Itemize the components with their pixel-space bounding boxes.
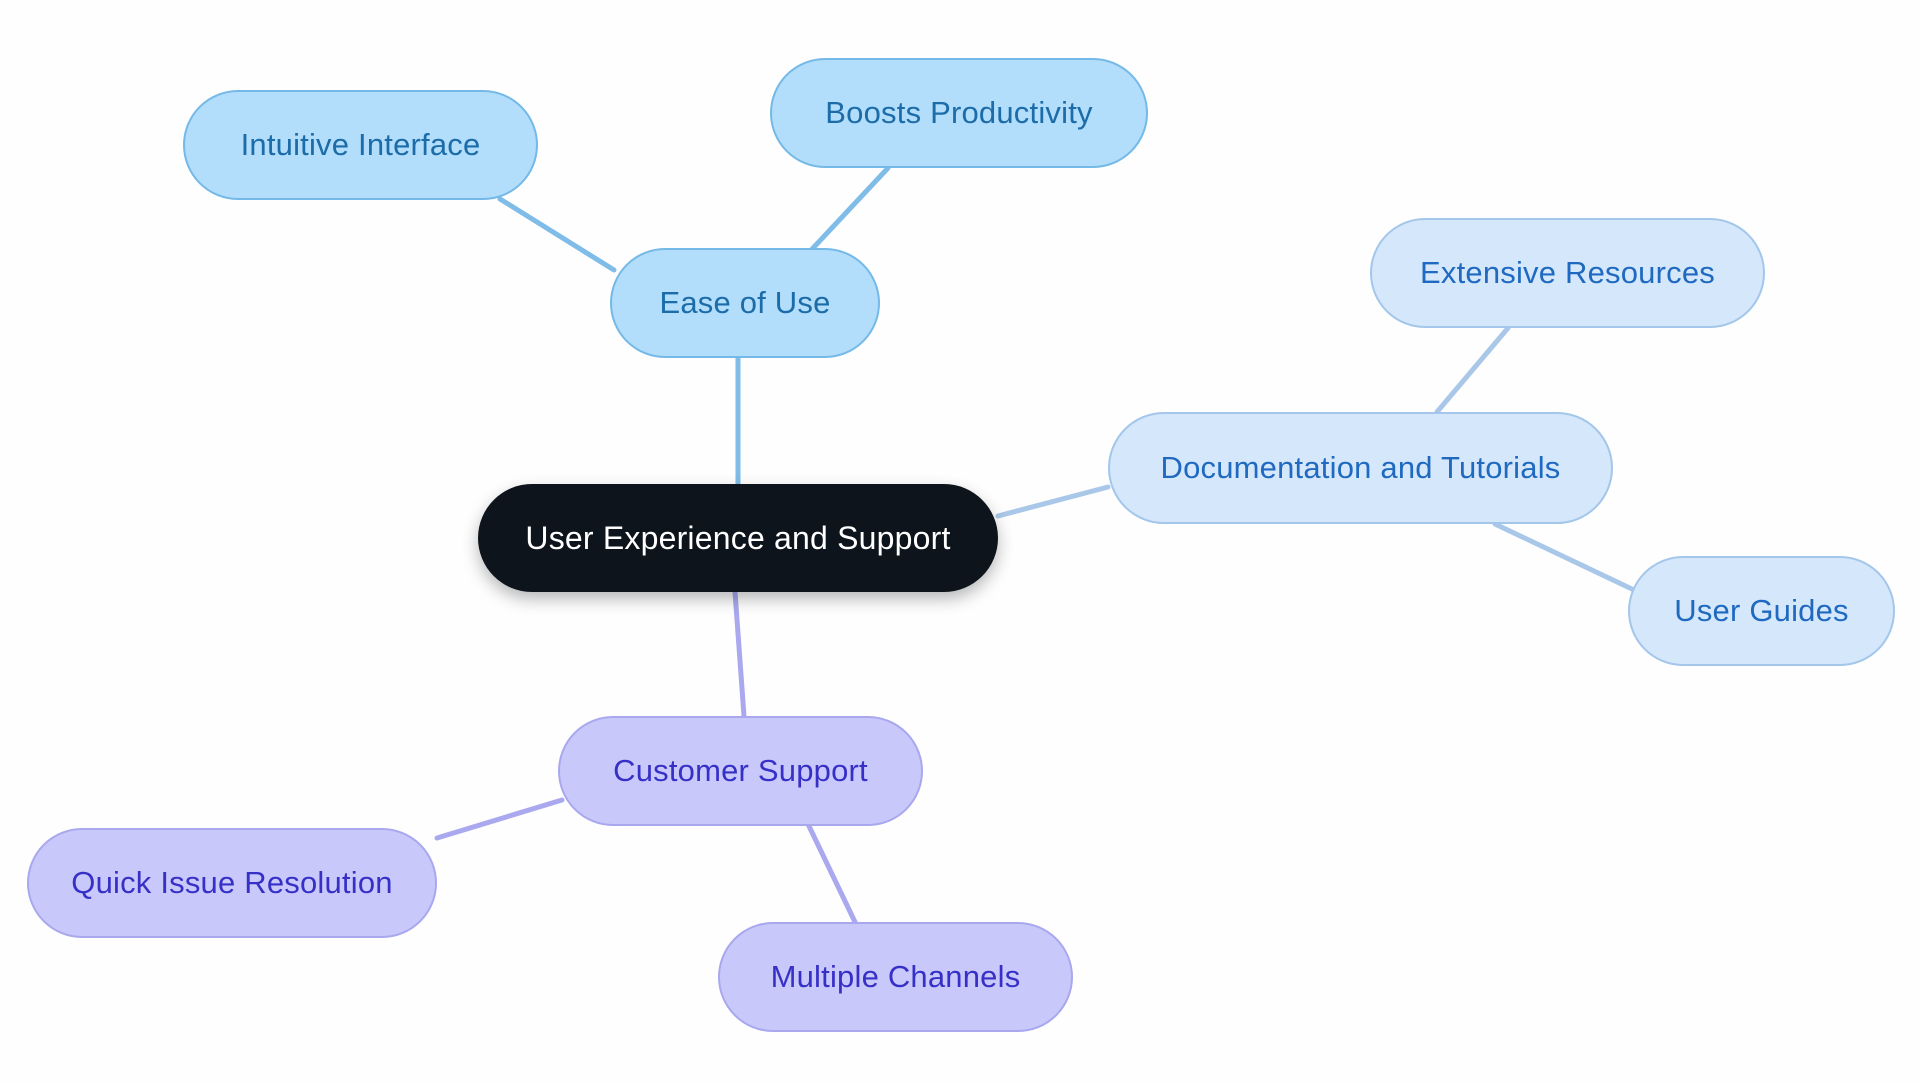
edge-documentation-to-extensive-resources bbox=[1434, 325, 1511, 415]
mindmap-node-quick-issue-resolution[interactable]: Quick Issue Resolution bbox=[27, 828, 437, 938]
mindmap-node-boosts-productivity[interactable]: Boosts Productivity bbox=[770, 58, 1148, 168]
node-label: Multiple Channels bbox=[770, 959, 1021, 994]
edge-customer-support-to-quick-issue-resolution bbox=[434, 797, 565, 841]
node-label: Boosts Productivity bbox=[825, 95, 1093, 130]
mindmap-node-user-guides[interactable]: User Guides bbox=[1628, 556, 1895, 666]
mindmap-canvas: User Experience and Support Ease of Use In… bbox=[0, 0, 1920, 1083]
node-label: User Experience and Support bbox=[525, 519, 951, 556]
node-label: Extensive Resources bbox=[1420, 255, 1715, 290]
mindmap-node-extensive-resources[interactable]: Extensive Resources bbox=[1370, 218, 1765, 328]
node-label: Documentation and Tutorials bbox=[1160, 450, 1561, 485]
edge-customer-support-to-multiple-channels bbox=[805, 821, 858, 925]
node-label: Intuitive Interface bbox=[240, 127, 481, 162]
node-label: Quick Issue Resolution bbox=[71, 865, 393, 900]
edge-root-to-documentation bbox=[995, 484, 1111, 519]
node-label: Customer Support bbox=[613, 753, 868, 788]
edge-root-to-customer-support bbox=[732, 589, 747, 719]
mindmap-node-intuitive-interface[interactable]: Intuitive Interface bbox=[183, 90, 538, 200]
mindmap-node-customer-support[interactable]: Customer Support bbox=[558, 716, 923, 826]
mindmap-node-documentation-and-tutorials[interactable]: Documentation and Tutorials bbox=[1108, 412, 1613, 524]
edge-ease-of-use-to-intuitive-interface bbox=[497, 196, 617, 273]
mindmap-node-ease-of-use[interactable]: Ease of Use bbox=[610, 248, 880, 358]
node-label: Ease of Use bbox=[659, 285, 831, 320]
node-label: User Guides bbox=[1674, 593, 1849, 628]
edge-documentation-to-user-guides bbox=[1492, 521, 1637, 593]
mindmap-node-multiple-channels[interactable]: Multiple Channels bbox=[718, 922, 1073, 1032]
mindmap-node-root[interactable]: User Experience and Support bbox=[478, 484, 998, 592]
